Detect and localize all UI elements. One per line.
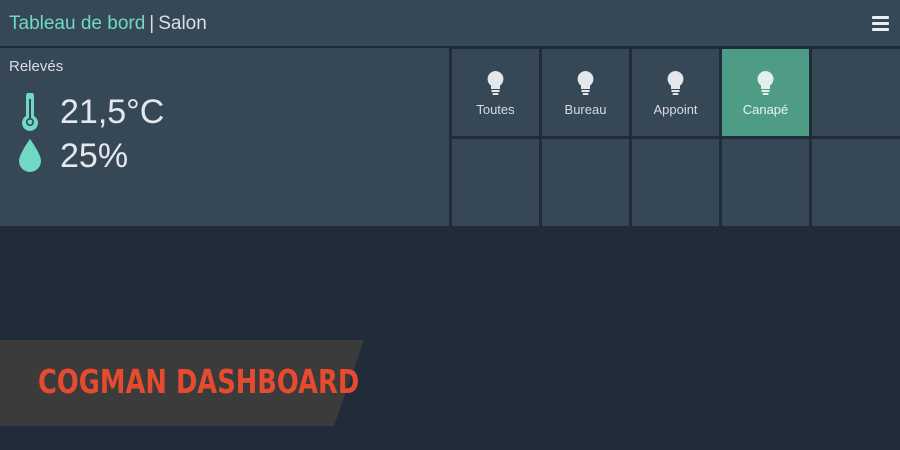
empty-tile	[542, 139, 629, 226]
dashboard-title: Tableau de bord	[9, 13, 146, 34]
page-title: Tableau de bord | Salon	[9, 12, 207, 36]
empty-tile	[452, 139, 539, 226]
lightbulb-icon	[667, 71, 684, 95]
light-tile-label: Toutes	[476, 102, 515, 117]
brand-title: COGMAN DASHBOARD	[38, 362, 360, 401]
readings-title: Relevés	[9, 58, 64, 75]
lightbulb-icon	[577, 71, 594, 95]
thermometer-icon	[16, 92, 44, 132]
light-tile-bureau[interactable]: Bureau	[542, 49, 629, 136]
title-separator: |	[149, 13, 155, 34]
light-tile-label: Appoint	[653, 102, 698, 117]
light-tile-label: Canapé	[742, 102, 789, 117]
empty-tile	[722, 139, 809, 226]
empty-tile	[812, 139, 900, 226]
humidity-reading: 25%	[16, 136, 128, 176]
temperature-reading: 21,5°C	[16, 92, 164, 132]
lightbulb-icon	[487, 71, 504, 95]
water-drop-icon	[16, 136, 44, 176]
empty-tile	[632, 139, 719, 226]
empty-tile	[812, 49, 900, 136]
light-tile-toutes[interactable]: Toutes	[452, 49, 539, 136]
lightbulb-icon	[757, 71, 774, 95]
light-tile-canape[interactable]: Canapé	[722, 49, 809, 136]
hamburger-menu-icon[interactable]	[872, 15, 889, 32]
room-name: Salon	[158, 13, 207, 34]
brand-banner: COGMAN DASHBOARD	[0, 340, 364, 426]
humidity-value: 25%	[60, 137, 129, 175]
readings-panel: Relevés 21,5°C 25%	[0, 48, 449, 226]
temperature-value: 21,5°C	[60, 93, 165, 131]
light-tile-appoint[interactable]: Appoint	[632, 49, 719, 136]
light-tile-label: Bureau	[564, 102, 607, 117]
top-bar: Tableau de bord | Salon	[0, 0, 900, 47]
